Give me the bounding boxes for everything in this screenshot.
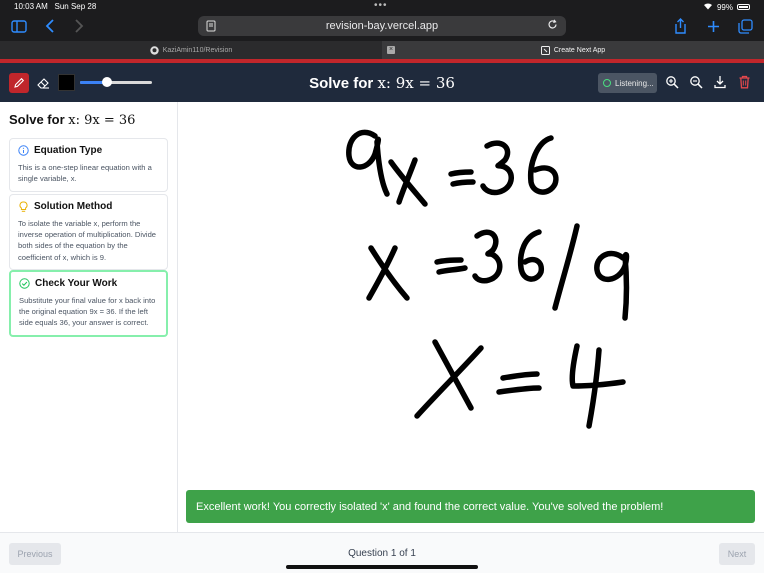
info-icon bbox=[18, 145, 29, 156]
wifi-icon bbox=[703, 2, 713, 12]
card-heading-text: Equation Type bbox=[34, 145, 103, 156]
feedback-message: Excellent work! You correctly isolated '… bbox=[196, 500, 664, 513]
home-indicator[interactable] bbox=[286, 565, 478, 569]
new-tab-icon[interactable] bbox=[703, 16, 723, 36]
status-time: 10:03 AM Sun Sep 28 bbox=[14, 2, 96, 11]
card-heading: Check Your Work bbox=[19, 278, 158, 289]
listening-label: Listening... bbox=[615, 78, 654, 88]
browser-chrome: 10:03 AM Sun Sep 28 ••• 99% revision-bay… bbox=[0, 0, 764, 41]
battery-icon bbox=[737, 4, 750, 10]
trash-icon[interactable] bbox=[738, 75, 754, 91]
url-text: revision-bay.vercel.app bbox=[325, 20, 439, 32]
listening-status-icon bbox=[603, 79, 611, 87]
hints-sidebar: Solve for x: 9x = 36 Equation Type This … bbox=[0, 102, 178, 532]
hint-card-solution-method[interactable]: Solution Method To isolate the variable … bbox=[9, 194, 168, 270]
sidebar-title-equation: x: 9x = 36 bbox=[68, 113, 136, 128]
zoom-out-icon[interactable] bbox=[689, 75, 705, 91]
title-equation: x: 9x = 36 bbox=[377, 74, 455, 92]
hint-card-equation-type[interactable]: Equation Type This is a one-step linear … bbox=[9, 138, 168, 192]
tab-github[interactable]: KaziAmin110/Revision bbox=[0, 41, 382, 59]
download-icon[interactable] bbox=[713, 75, 729, 91]
forward-icon[interactable] bbox=[69, 16, 89, 36]
battery-percent: 99% bbox=[716, 2, 733, 12]
listening-button[interactable]: Listening... bbox=[598, 73, 657, 93]
tab-label: KaziAmin110/Revision bbox=[162, 46, 233, 54]
handwriting-layer bbox=[346, 129, 630, 429]
card-heading: Solution Method bbox=[18, 201, 159, 212]
page-menu-icon[interactable] bbox=[206, 20, 216, 32]
close-tab-icon[interactable]: × bbox=[387, 46, 395, 54]
tab-bar: KaziAmin110/Revision Create Next App × bbox=[0, 41, 764, 59]
tabs-overview-icon[interactable] bbox=[735, 16, 755, 36]
title-prefix: Solve for bbox=[309, 75, 378, 92]
lightbulb-icon bbox=[18, 201, 29, 212]
check-circle-icon bbox=[19, 278, 30, 289]
card-heading: Equation Type bbox=[18, 145, 159, 156]
address-bar[interactable]: revision-bay.vercel.app bbox=[198, 16, 566, 36]
status-right: 99% bbox=[703, 2, 750, 12]
tab-label: Create Next App bbox=[553, 46, 606, 54]
question-counter: Question 1 of 1 bbox=[348, 548, 416, 559]
date-text: Sun Sep 28 bbox=[54, 2, 97, 11]
success-feedback-banner: Excellent work! You correctly isolated '… bbox=[186, 490, 755, 523]
sidebar-toggle-icon[interactable] bbox=[9, 16, 29, 36]
handwriting-line-3 bbox=[414, 339, 626, 429]
drawing-canvas[interactable] bbox=[179, 102, 764, 532]
card-heading-text: Solution Method bbox=[34, 201, 113, 212]
github-icon bbox=[150, 45, 159, 55]
multitask-dots-icon[interactable]: ••• bbox=[374, 0, 388, 11]
page-favicon-icon bbox=[540, 45, 550, 55]
card-body: This is a one-step linear equation with … bbox=[18, 163, 152, 184]
sidebar-title-prefix: Solve for bbox=[9, 112, 69, 127]
card-heading-text: Check Your Work bbox=[35, 278, 118, 289]
handwriting-line-1 bbox=[346, 129, 559, 207]
share-icon[interactable] bbox=[670, 16, 690, 36]
sidebar-title: Solve for x: 9x = 36 bbox=[9, 112, 135, 128]
handwriting-line-2 bbox=[366, 223, 630, 321]
drawing-toolbar: Solve for x: 9x = 36 Listening... bbox=[0, 63, 764, 102]
card-body: To isolate the variable x, perform the i… bbox=[18, 219, 157, 262]
next-button[interactable]: Next bbox=[719, 543, 755, 565]
card-body: Substitute your final value for x back i… bbox=[19, 296, 156, 328]
back-icon[interactable] bbox=[40, 16, 60, 36]
reload-icon[interactable] bbox=[547, 19, 558, 33]
zoom-in-icon[interactable] bbox=[665, 75, 681, 91]
clock-text: 10:03 AM bbox=[14, 2, 48, 11]
hint-card-check-work[interactable]: Check Your Work Substitute your final va… bbox=[9, 270, 168, 337]
tab-create-next-app[interactable]: Create Next App bbox=[382, 41, 764, 59]
